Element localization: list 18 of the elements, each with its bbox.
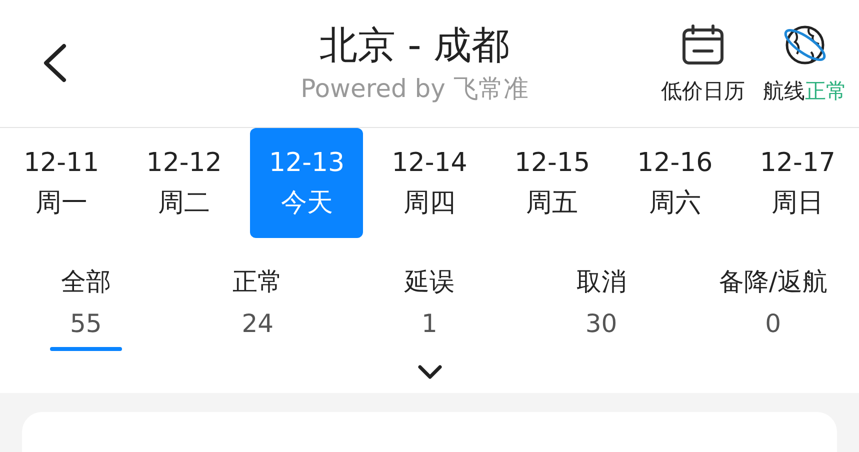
expand-chevron-icon[interactable] bbox=[416, 364, 442, 380]
date-tab[interactable]: 12-16 周六 bbox=[618, 128, 732, 238]
date-tab[interactable]: 12-11 周一 bbox=[4, 128, 118, 238]
route-status-button[interactable]: 航线正常 bbox=[763, 20, 847, 107]
date-tab[interactable]: 12-15 周五 bbox=[496, 128, 609, 238]
powered-by-text: Powered by 飞常准 bbox=[300, 73, 528, 105]
status-filter-tab[interactable]: 备降/返航 0 bbox=[687, 239, 859, 352]
date-tab[interactable]: 12-12 周二 bbox=[128, 128, 241, 238]
status-filter-tab[interactable]: 全部 55 bbox=[0, 239, 172, 352]
status-filter-tab[interactable]: 取消 30 bbox=[515, 239, 688, 352]
date-tab[interactable]: 12-13 今天 bbox=[250, 128, 364, 238]
calendar-icon bbox=[681, 24, 725, 66]
date-tab[interactable]: 12-14 周四 bbox=[373, 128, 486, 238]
status-filter-tab[interactable]: 延误 1 bbox=[344, 239, 516, 352]
low-price-calendar-button[interactable]: 低价日历 bbox=[661, 20, 745, 107]
status-filter-tab[interactable]: 正常 24 bbox=[172, 239, 344, 352]
date-tab[interactable]: 12-17 周日 bbox=[741, 128, 854, 238]
route-title: 北京 - 成都 bbox=[320, 22, 510, 69]
